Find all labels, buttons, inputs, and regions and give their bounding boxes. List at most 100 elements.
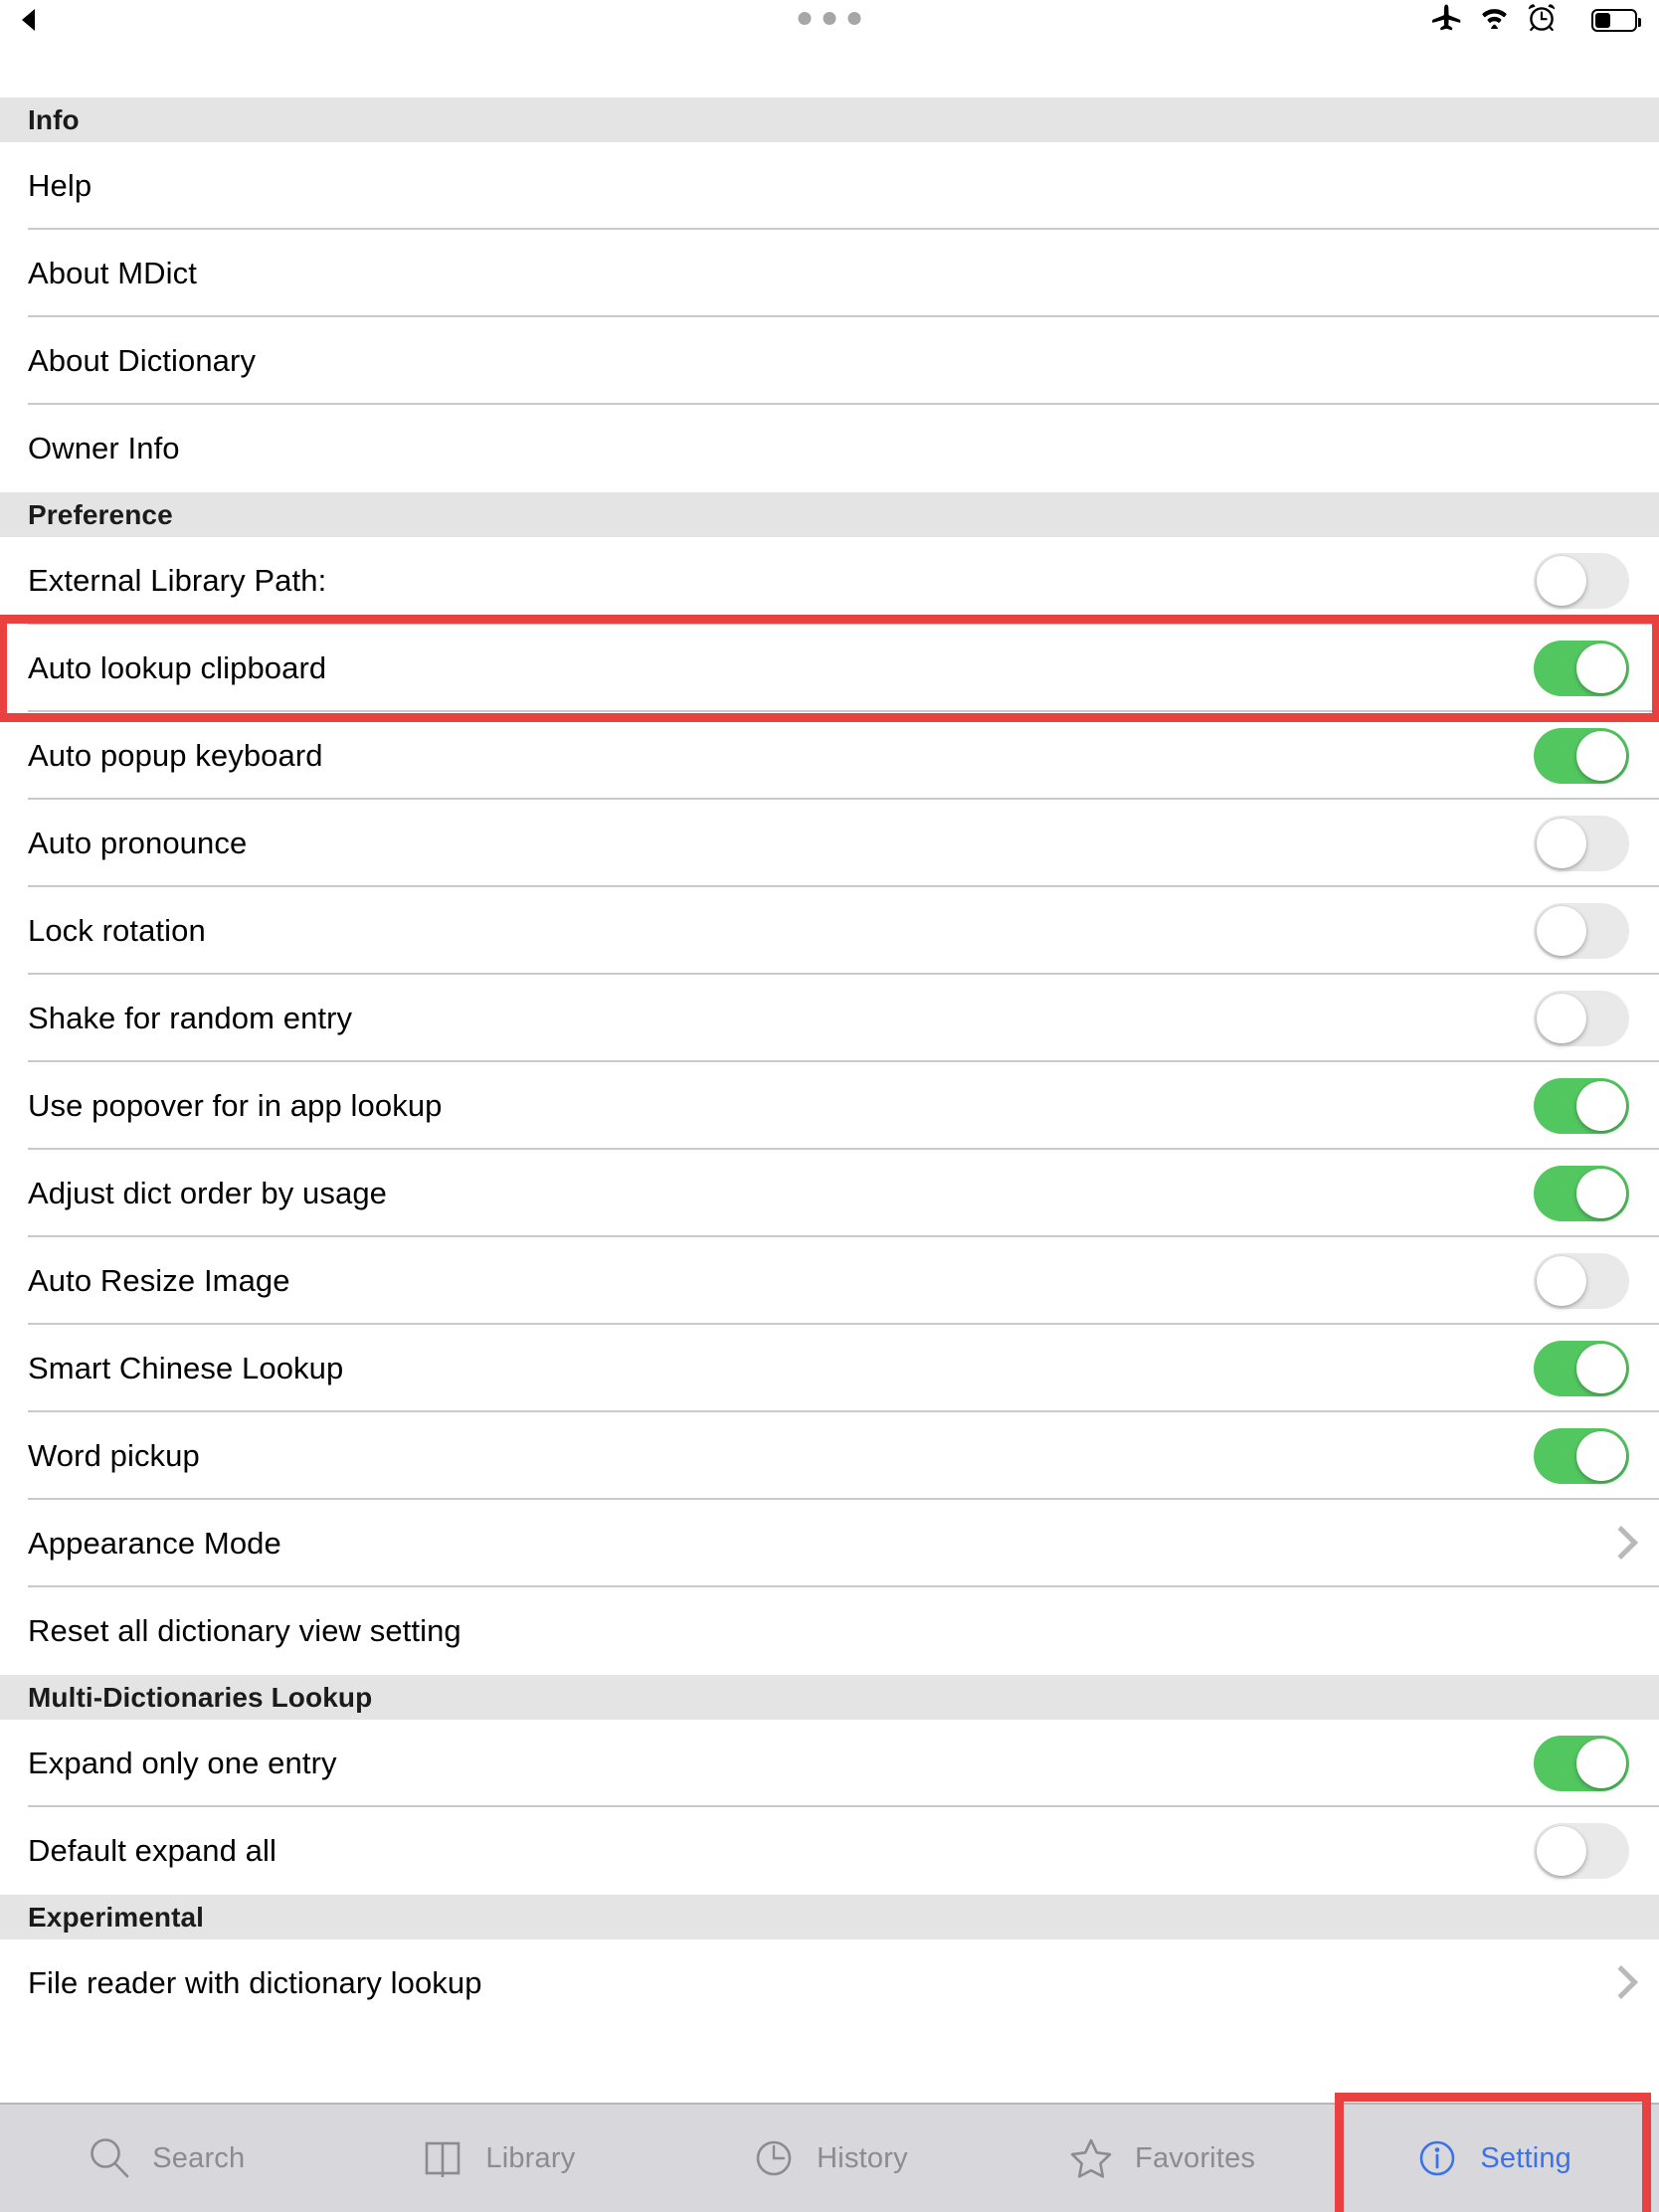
alarm-clock-icon xyxy=(1528,3,1556,38)
settings-row[interactable]: Use popover for in app lookup xyxy=(0,1062,1659,1150)
toggle-switch[interactable] xyxy=(1534,1078,1629,1134)
chevron-right-icon xyxy=(1609,1966,1629,2000)
toggle-knob xyxy=(1576,1431,1626,1481)
toggle-switch[interactable] xyxy=(1534,1253,1629,1309)
toggle-switch[interactable] xyxy=(1534,1736,1629,1791)
settings-row-label: Reset all dictionary view setting xyxy=(28,1613,461,1648)
settings-row[interactable]: External Library Path: xyxy=(0,537,1659,625)
settings-row-label: Adjust dict order by usage xyxy=(28,1176,388,1210)
settings-screen: Info Help About MDict About Dictionary Owner… xyxy=(0,0,1659,2212)
toggle-switch[interactable] xyxy=(1534,903,1629,959)
dot-3 xyxy=(847,12,861,25)
settings-row-label: Auto pronounce xyxy=(28,826,248,860)
toggle-knob xyxy=(1537,556,1586,606)
toggle-switch[interactable] xyxy=(1534,1166,1629,1221)
tab-search[interactable]: Search xyxy=(0,2105,332,2212)
info-circle-icon xyxy=(1414,2135,1460,2181)
status-bar-back[interactable] xyxy=(22,9,40,31)
toggle-switch[interactable] xyxy=(1534,641,1629,696)
toggle-knob xyxy=(1576,1739,1626,1788)
settings-row-label: Appearance Mode xyxy=(28,1526,281,1561)
settings-row-label: External Library Path: xyxy=(28,563,327,598)
toggle-knob xyxy=(1576,644,1626,693)
settings-list: Info Help About MDict About Dictionary Owner… xyxy=(0,97,1659,2087)
settings-row[interactable]: Appearance Mode xyxy=(0,1500,1659,1587)
tab-bar: Search Library History Favorites Setting xyxy=(0,2103,1659,2212)
tab-favorites[interactable]: Favorites xyxy=(996,2105,1328,2212)
settings-row-label: Word pickup xyxy=(28,1438,200,1473)
settings-row[interactable]: File reader with dictionary lookup xyxy=(0,1939,1659,2027)
settings-row-label: Use popover for in app lookup xyxy=(28,1088,443,1123)
toggle-switch[interactable] xyxy=(1534,991,1629,1046)
toggle-knob xyxy=(1537,994,1586,1043)
toggle-knob xyxy=(1537,819,1586,868)
settings-row[interactable]: Auto Resize Image xyxy=(0,1237,1659,1325)
settings-row-label: Lock rotation xyxy=(28,913,206,948)
settings-row[interactable]: About MDict xyxy=(0,230,1659,317)
toggle-switch[interactable] xyxy=(1534,1428,1629,1484)
settings-row-label: Smart Chinese Lookup xyxy=(28,1351,344,1385)
nav-bar xyxy=(0,40,1659,97)
dot-1 xyxy=(798,12,812,25)
tab-label: Favorites xyxy=(1135,2141,1256,2174)
battery-icon xyxy=(1591,8,1641,32)
tab-setting[interactable]: Setting xyxy=(1327,2105,1659,2212)
settings-row[interactable]: About Dictionary xyxy=(0,317,1659,405)
settings-row-label: Expand only one entry xyxy=(28,1746,337,1780)
tab-label: Search xyxy=(152,2141,246,2174)
toggle-switch[interactable] xyxy=(1534,1823,1629,1879)
back-triangle-icon xyxy=(22,9,35,31)
toggle-knob xyxy=(1537,1256,1586,1306)
settings-row[interactable]: Default expand all xyxy=(0,1807,1659,1895)
magnifier-icon xyxy=(87,2135,132,2181)
settings-row-label: Auto popup keyboard xyxy=(28,738,323,773)
tab-library[interactable]: Library xyxy=(332,2105,664,2212)
clock-icon xyxy=(751,2135,797,2181)
settings-row-label: Shake for random entry xyxy=(28,1001,353,1035)
star-icon xyxy=(1067,2135,1115,2181)
toggle-switch[interactable] xyxy=(1534,1341,1629,1396)
toggle-knob xyxy=(1576,1081,1626,1131)
settings-row-label: Help xyxy=(28,168,92,203)
section-header: Multi-Dictionaries Lookup xyxy=(0,1675,1659,1720)
settings-row[interactable]: Shake for random entry xyxy=(0,975,1659,1062)
settings-row-label: About Dictionary xyxy=(28,343,257,378)
section-header: Info xyxy=(0,97,1659,142)
settings-row[interactable]: Reset all dictionary view setting xyxy=(0,1587,1659,1675)
settings-row-label: File reader with dictionary lookup xyxy=(28,1965,482,2000)
settings-row-label: Owner Info xyxy=(28,431,180,465)
settings-row[interactable]: Owner Info xyxy=(0,405,1659,492)
settings-row[interactable]: Expand only one entry xyxy=(0,1720,1659,1807)
toggle-knob xyxy=(1576,731,1626,781)
multitask-handle-dots[interactable] xyxy=(798,12,861,25)
dot-2 xyxy=(823,12,836,25)
settings-row[interactable]: Help xyxy=(0,142,1659,230)
toggle-switch[interactable] xyxy=(1534,816,1629,871)
toggle-switch[interactable] xyxy=(1534,728,1629,784)
tab-label: Library xyxy=(485,2141,576,2174)
settings-row[interactable]: Word pickup xyxy=(0,1412,1659,1500)
toggle-knob xyxy=(1537,906,1586,956)
settings-row-label: About MDict xyxy=(28,256,197,290)
section-header: Experimental xyxy=(0,1895,1659,1939)
toggle-knob xyxy=(1576,1344,1626,1393)
settings-row[interactable]: Auto pronounce xyxy=(0,800,1659,887)
tab-label: History xyxy=(817,2141,908,2174)
settings-row-label: Auto Resize Image xyxy=(28,1263,290,1298)
settings-row[interactable]: Lock rotation xyxy=(0,887,1659,975)
settings-row[interactable]: Auto lookup clipboard xyxy=(0,625,1659,712)
settings-row[interactable]: Auto popup keyboard xyxy=(0,712,1659,800)
tab-history[interactable]: History xyxy=(663,2105,996,2212)
tab-label: Setting xyxy=(1480,2141,1572,2174)
settings-row-label: Default expand all xyxy=(28,1833,276,1868)
status-bar-indicators xyxy=(1431,3,1641,38)
settings-row-label: Auto lookup clipboard xyxy=(28,650,327,685)
toggle-switch[interactable] xyxy=(1534,553,1629,609)
settings-row[interactable]: Smart Chinese Lookup xyxy=(0,1325,1659,1412)
toggle-knob xyxy=(1537,1826,1586,1876)
toggle-knob xyxy=(1576,1169,1626,1218)
book-icon xyxy=(420,2135,465,2181)
settings-row[interactable]: Adjust dict order by usage xyxy=(0,1150,1659,1237)
battery-fill xyxy=(1595,12,1611,28)
wifi-icon xyxy=(1478,4,1511,36)
